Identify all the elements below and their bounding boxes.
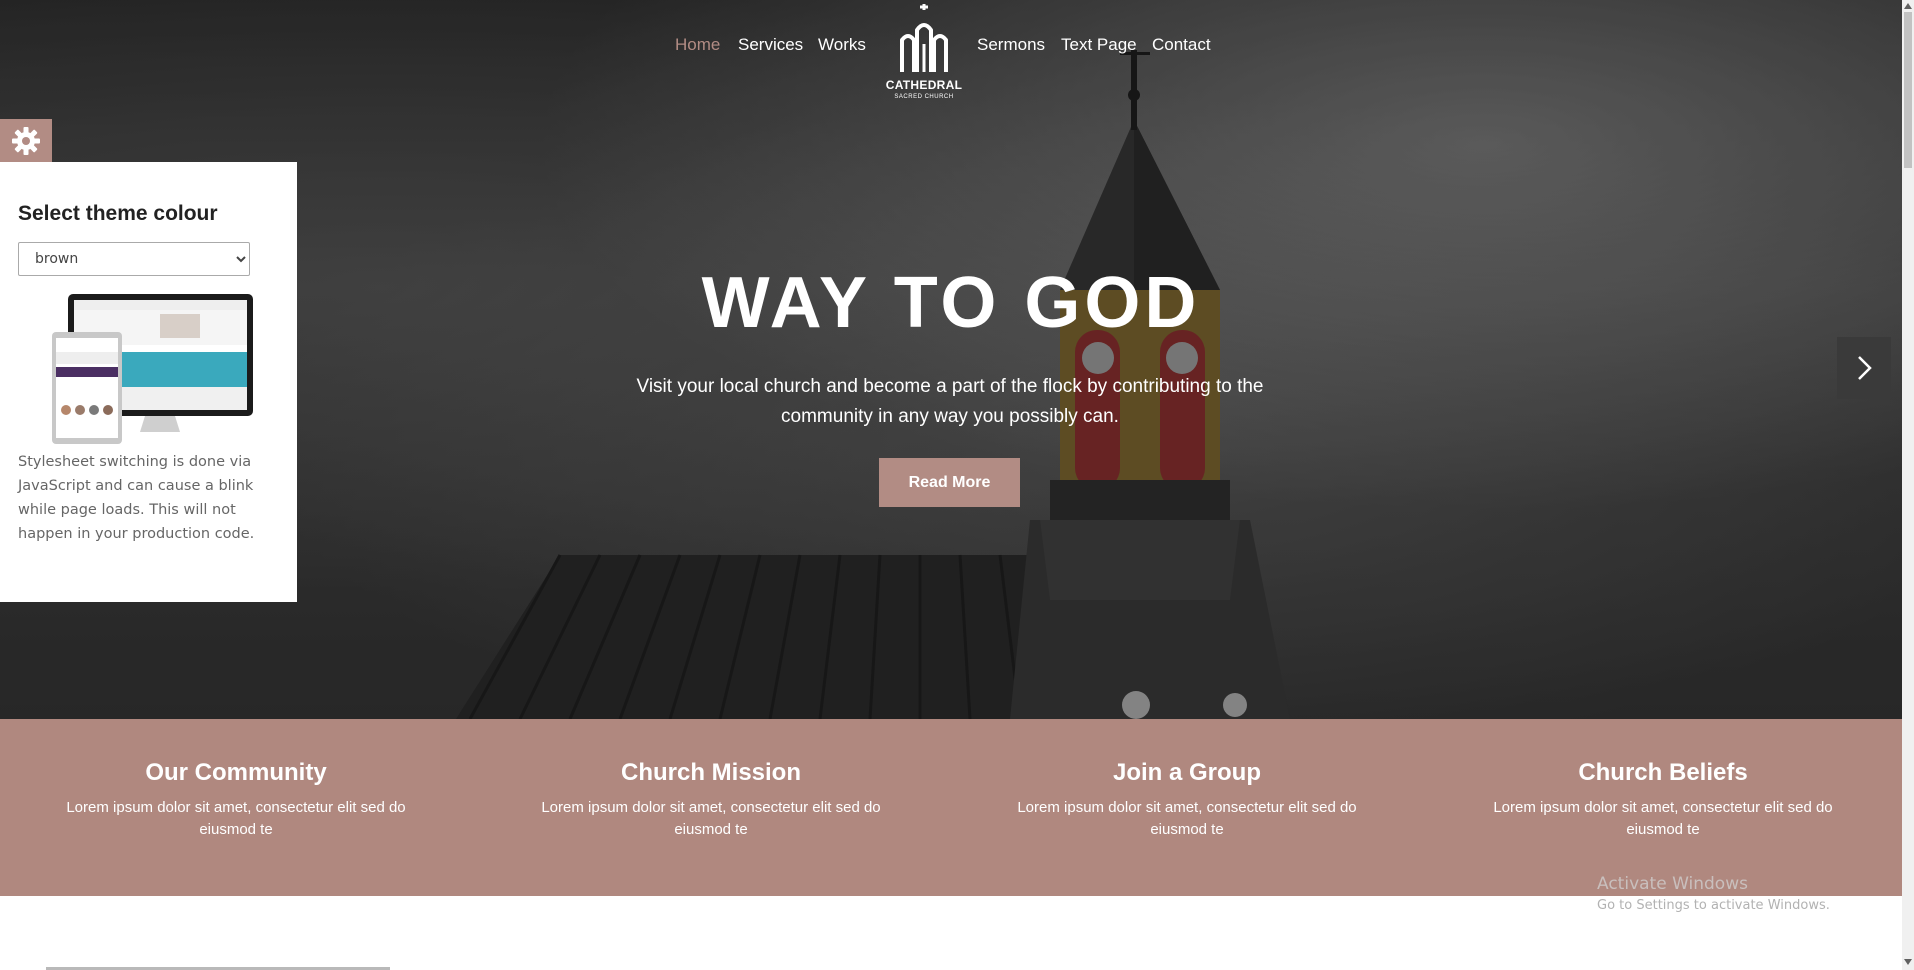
scroll-down-icon[interactable] [1902,956,1914,968]
feature-title: Church Beliefs [1578,759,1748,786]
main-navigation: Home Services Works CATHEDRAL SACRED CHU… [0,0,1902,110]
feature-title: Join a Group [1112,759,1261,786]
watermark-subtitle: Go to Settings to activate Windows. [1597,898,1830,913]
watermark-title: Activate Windows [1597,874,1748,894]
nav-sermons[interactable]: Sermons [977,35,1045,55]
cathedral-icon [900,4,948,72]
nav-services[interactable]: Services [738,35,803,55]
theme-colour-select[interactable]: brown [18,242,250,276]
chevron-right-icon [1858,356,1872,380]
windows-activation-watermark: Activate Windows Go to Settings to activ… [1597,874,1830,913]
logo-name: CATHEDRAL [885,78,963,92]
feature-title: Church Mission [620,759,801,786]
theme-panel-title: Select theme colour [18,202,218,225]
slider-next-button[interactable] [1837,337,1891,399]
devices-preview-image [52,294,253,444]
scrollbar-thumb[interactable] [1904,12,1912,168]
nav-works[interactable]: Works [818,35,866,55]
feature-text: Lorem ipsum dolor sit amet, consectetur … [1017,799,1357,838]
nav-home[interactable]: Home [675,35,720,55]
feature-church-beliefs: Church Beliefs Lorem ipsum dolor sit ame… [1483,759,1843,841]
nav-contact[interactable]: Contact [1152,35,1211,55]
feature-text: Lorem ipsum dolor sit amet, consectetur … [1493,799,1833,838]
nav-text-page[interactable]: Text Page [1061,35,1137,55]
theme-panel-note: Stylesheet switching is done via JavaScr… [18,454,255,542]
features-strip: Our Community Lorem ipsum dolor sit amet… [0,719,1902,896]
vertical-scrollbar[interactable] [1902,0,1914,970]
feature-text: Lorem ipsum dolor sit amet, consectetur … [66,799,406,838]
feature-title: Our Community [145,759,327,786]
feature-text: Lorem ipsum dolor sit amet, consectetur … [541,799,881,838]
feature-our-community: Our Community Lorem ipsum dolor sit amet… [56,759,416,841]
hero-text: Visit your local church and become a par… [636,376,1264,427]
read-more-button[interactable]: Read More [879,458,1020,507]
gear-icon [12,126,40,155]
theme-panel: Select theme colour brown Stylesheet swi… [0,162,297,602]
logo-tagline: SACRED CHURCH [894,94,954,100]
feature-church-mission: Church Mission Lorem ipsum dolor sit ame… [531,759,891,841]
feature-join-a-group: Join a Group Lorem ipsum dolor sit amet,… [1007,759,1367,841]
scroll-up-icon[interactable] [1902,0,1914,12]
site-logo[interactable]: CATHEDRAL SACRED CHURCH [884,2,964,104]
theme-panel-toggle[interactable] [0,119,52,162]
